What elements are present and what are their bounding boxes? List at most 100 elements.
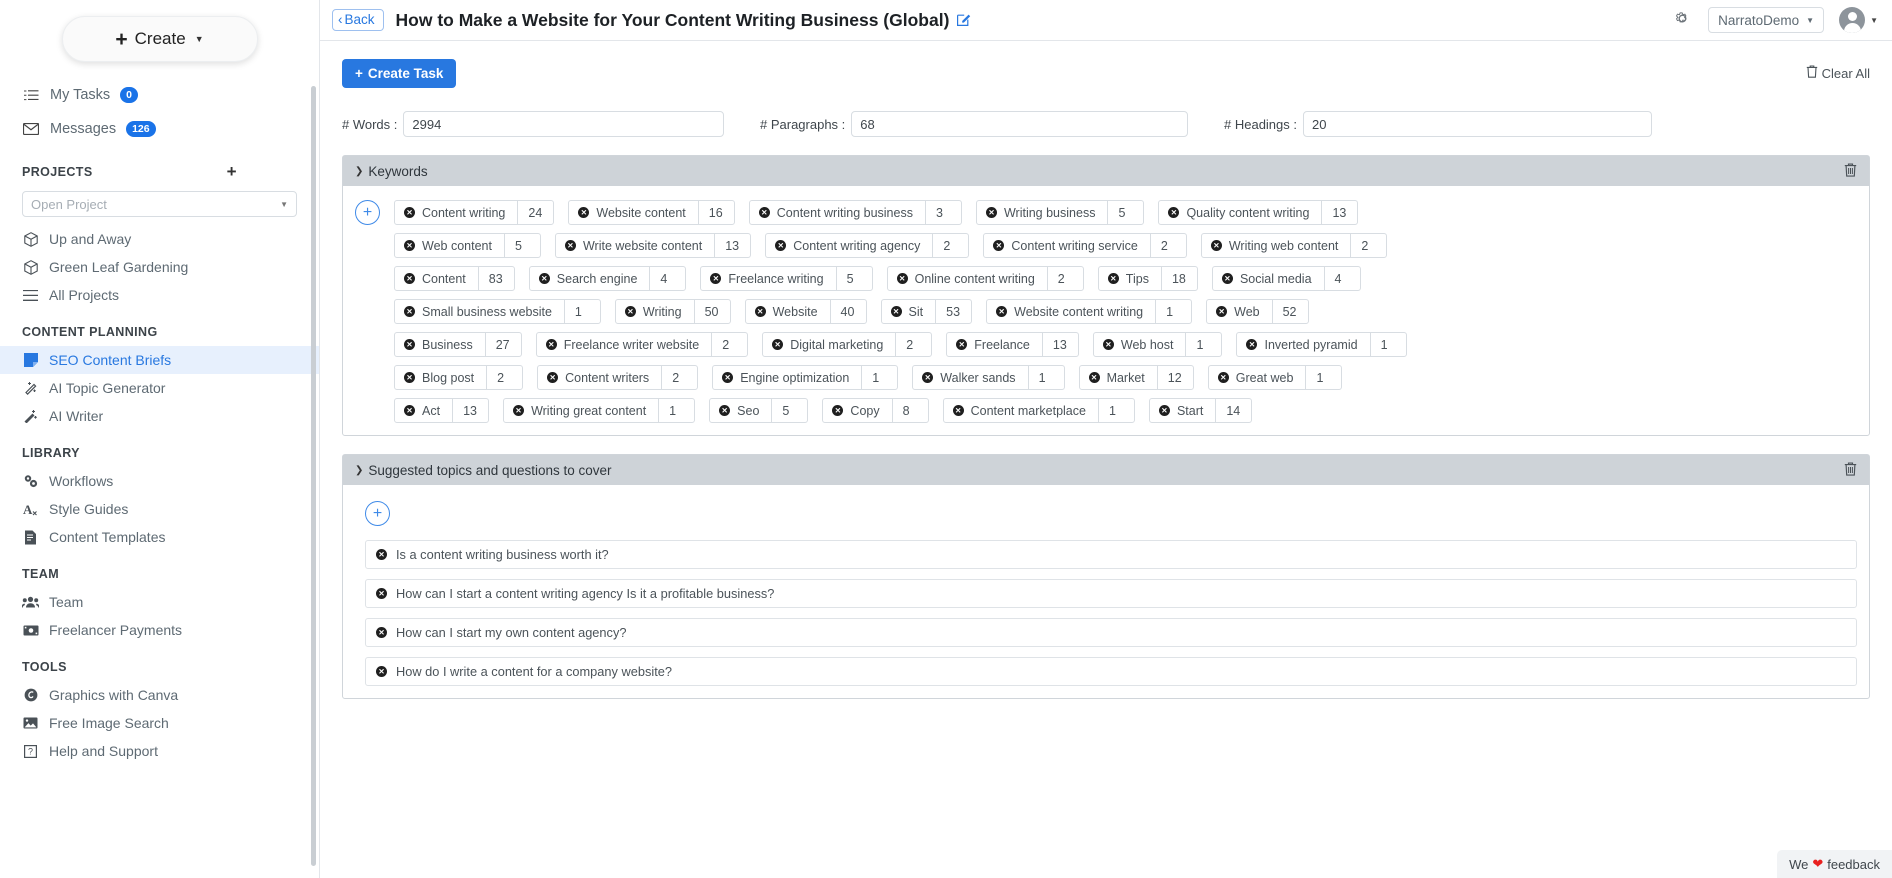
topic-row[interactable]: ✕ How can I start my own content agency? <box>365 618 1857 647</box>
user-menu[interactable]: ▼ <box>1839 7 1878 33</box>
keyword-count[interactable]: 12 <box>1156 366 1193 389</box>
sidebar-item-ai-topic-generator[interactable]: AI Topic Generator <box>0 374 319 402</box>
sidebar-item-my-tasks[interactable]: My Tasks 0 <box>22 78 319 112</box>
remove-keyword-icon[interactable]: ✕ <box>404 405 415 416</box>
keyword-chip[interactable]: ✕ Website content writing 1 <box>986 299 1193 324</box>
sidebar-item-workflows[interactable]: Workflows <box>0 467 319 495</box>
sidebar-item-seo-content-briefs[interactable]: SEO Content Briefs <box>0 346 319 374</box>
remove-keyword-icon[interactable]: ✕ <box>404 273 415 284</box>
topics-panel-header[interactable]: ❯ Suggested topics and questions to cove… <box>343 455 1869 485</box>
clear-all-button[interactable]: Clear All <box>1806 65 1870 81</box>
keyword-count[interactable]: 52 <box>1271 300 1308 323</box>
sidebar-item-up-and-away[interactable]: Up and Away <box>0 225 319 253</box>
topic-row[interactable]: ✕ Is a content writing business worth it? <box>365 540 1857 569</box>
keyword-chip[interactable]: ✕ Website content 16 <box>568 200 735 225</box>
remove-keyword-icon[interactable]: ✕ <box>952 405 964 416</box>
keyword-count[interactable]: 27 <box>484 333 521 356</box>
remove-keyword-icon[interactable]: ✕ <box>564 240 576 251</box>
keyword-chip[interactable]: ✕ Walker sands 1 <box>912 365 1065 390</box>
keyword-chip[interactable]: ✕ Content writing service 2 <box>983 233 1187 258</box>
remove-topic-icon[interactable]: ✕ <box>376 588 387 599</box>
remove-topic-icon[interactable]: ✕ <box>376 549 387 560</box>
keyword-count[interactable]: 1 <box>1305 366 1341 389</box>
keyword-chip[interactable]: ✕ Content writers 2 <box>537 365 699 390</box>
remove-keyword-icon[interactable]: ✕ <box>1216 306 1228 317</box>
remove-keyword-icon[interactable]: ✕ <box>1217 372 1229 383</box>
remove-keyword-icon[interactable]: ✕ <box>538 273 550 284</box>
topic-row[interactable]: ✕ How do I write a content for a company … <box>365 657 1857 686</box>
keyword-count[interactable]: 4 <box>1323 267 1360 290</box>
remove-keyword-icon[interactable]: ✕ <box>985 207 997 218</box>
keyword-count[interactable]: 1 <box>1185 333 1221 356</box>
keyword-chip[interactable]: ✕ Content writing agency 2 <box>765 233 970 258</box>
remove-keyword-icon[interactable]: ✕ <box>404 207 415 218</box>
keyword-chip[interactable]: ✕ Writing web content 2 <box>1200 233 1388 258</box>
paragraphs-input[interactable] <box>851 111 1188 137</box>
remove-keyword-icon[interactable]: ✕ <box>1246 339 1258 350</box>
keyword-count[interactable]: 13 <box>714 234 750 257</box>
remove-keyword-icon[interactable]: ✕ <box>775 240 787 251</box>
keyword-chip[interactable]: ✕ Small business website 1 <box>394 299 601 324</box>
keyword-count[interactable]: 2 <box>661 366 697 389</box>
keyword-count[interactable]: 5 <box>503 234 540 257</box>
keyword-chip[interactable]: ✕ Digital marketing 2 <box>762 332 933 357</box>
sidebar-scrollbar[interactable] <box>311 86 316 866</box>
remove-keyword-icon[interactable]: ✕ <box>404 306 415 317</box>
keyword-count[interactable]: 3 <box>924 201 961 224</box>
keyword-chip[interactable]: ✕ Content marketplace 1 <box>942 398 1135 423</box>
remove-keyword-icon[interactable]: ✕ <box>1221 273 1233 284</box>
back-button[interactable]: ‹ Back <box>332 9 384 31</box>
remove-keyword-icon[interactable]: ✕ <box>513 405 525 416</box>
delete-keywords-icon[interactable] <box>1844 163 1857 180</box>
keyword-chip[interactable]: ✕ Quality content writing 13 <box>1158 200 1359 225</box>
keyword-count[interactable]: 2 <box>895 333 931 356</box>
keyword-chip[interactable]: ✕ Freelance 13 <box>946 332 1079 357</box>
keyword-count[interactable]: 1 <box>861 366 897 389</box>
keyword-count[interactable]: 18 <box>1160 267 1197 290</box>
sidebar-item-style-guides[interactable]: A Style Guides <box>0 495 319 523</box>
keyword-chip[interactable]: ✕ Website 40 <box>744 299 867 324</box>
keyword-chip[interactable]: ✕ Business 27 <box>394 332 522 357</box>
remove-keyword-icon[interactable]: ✕ <box>404 339 415 350</box>
remove-keyword-icon[interactable]: ✕ <box>922 372 934 383</box>
keyword-chip[interactable]: ✕ Great web 1 <box>1207 365 1343 390</box>
remove-keyword-icon[interactable]: ✕ <box>996 306 1008 317</box>
keyword-chip[interactable]: ✕ Market 12 <box>1078 365 1194 390</box>
keyword-count[interactable]: 40 <box>829 300 866 323</box>
keyword-count[interactable]: 83 <box>477 267 514 290</box>
keyword-chip[interactable]: ✕ Social media 4 <box>1211 266 1361 291</box>
delete-topics-icon[interactable] <box>1844 462 1857 479</box>
keyword-count[interactable]: 2 <box>486 366 522 389</box>
remove-keyword-icon[interactable]: ✕ <box>1210 240 1222 251</box>
keyword-chip[interactable]: ✕ Write website content 13 <box>554 233 752 258</box>
keywords-panel-header[interactable]: ❯ Keywords <box>343 156 1869 186</box>
sidebar-item-freelancer-payments[interactable]: Freelancer Payments <box>0 616 319 644</box>
keyword-count[interactable]: 50 <box>693 300 730 323</box>
words-input[interactable] <box>403 111 724 137</box>
keyword-count[interactable]: 2 <box>1149 234 1186 257</box>
remove-keyword-icon[interactable]: ✕ <box>1158 405 1170 416</box>
remove-keyword-icon[interactable]: ✕ <box>404 240 415 251</box>
remove-keyword-icon[interactable]: ✕ <box>624 306 636 317</box>
keyword-count[interactable]: 2 <box>932 234 968 257</box>
remove-keyword-icon[interactable]: ✕ <box>956 339 968 350</box>
keyword-chip[interactable]: ✕ Writing business 5 <box>975 200 1145 225</box>
gear-icon[interactable] <box>1672 8 1693 33</box>
keyword-count[interactable]: 14 <box>1215 399 1251 422</box>
add-topic-button[interactable]: + <box>365 501 390 526</box>
keyword-count[interactable]: 13 <box>452 399 488 422</box>
remove-keyword-icon[interactable]: ✕ <box>1168 207 1180 218</box>
keyword-count[interactable]: 2 <box>711 333 747 356</box>
keyword-chip[interactable]: ✕ Online content writing 2 <box>886 266 1084 291</box>
keyword-count[interactable]: 1 <box>1097 399 1134 422</box>
remove-keyword-icon[interactable]: ✕ <box>722 372 734 383</box>
keyword-count[interactable]: 5 <box>835 267 872 290</box>
chevron-down-icon[interactable]: ❯ <box>355 465 363 476</box>
sidebar-item-content-templates[interactable]: Content Templates <box>0 523 319 551</box>
remove-keyword-icon[interactable]: ✕ <box>772 339 784 350</box>
keyword-chip[interactable]: ✕ Content writing 24 <box>394 200 555 225</box>
feedback-widget[interactable]: We ❤ feedback <box>1777 850 1892 878</box>
remove-keyword-icon[interactable]: ✕ <box>404 372 415 383</box>
keyword-count[interactable]: 2 <box>1046 267 1083 290</box>
keyword-chip[interactable]: ✕ Search engine 4 <box>528 266 687 291</box>
